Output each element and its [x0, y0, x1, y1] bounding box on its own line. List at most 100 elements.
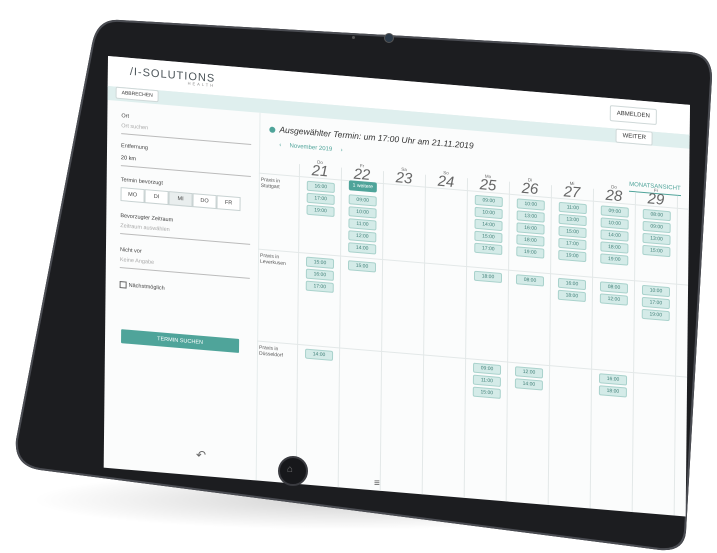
time-slot[interactable]: 16:00: [557, 277, 587, 291]
time-slot[interactable]: 17:00: [558, 237, 587, 251]
distance-input[interactable]: 20 km: [120, 155, 251, 177]
time-slot[interactable]: 15:00: [474, 230, 503, 244]
time-slot[interactable]: 09:00: [600, 205, 629, 218]
day-button-mo[interactable]: MO: [120, 187, 145, 204]
time-slot[interactable]: 16:00: [306, 180, 335, 194]
time-slot[interactable]: 15:00: [642, 244, 671, 258]
home-icon: ⌂: [287, 464, 294, 475]
status-dot: [269, 126, 276, 133]
time-slot[interactable]: 13:00: [642, 232, 671, 246]
day-button-do[interactable]: DO: [192, 193, 217, 210]
time-slot[interactable]: 19:00: [558, 249, 587, 263]
time-slot[interactable]: 16:00: [598, 373, 628, 386]
light-sensor: [352, 36, 355, 39]
grid-line: [547, 185, 553, 505]
time-slot[interactable]: 10:00: [348, 206, 377, 219]
time-slot[interactable]: 14:00: [514, 378, 543, 391]
location-label: Ort: [121, 113, 130, 120]
time-slot[interactable]: 15:00: [472, 386, 501, 399]
time-slot[interactable]: 16:00: [516, 222, 545, 235]
time-slot[interactable]: 13:00: [558, 213, 587, 227]
time-slot[interactable]: 13:00: [516, 210, 545, 223]
location-input[interactable]: Ort suchen: [121, 123, 252, 146]
next-possible-option[interactable]: Nächstmöglich: [119, 280, 165, 292]
time-slot[interactable]: 19:00: [600, 253, 629, 266]
next-possible-label: Nächstmöglich: [128, 282, 165, 292]
back-icon[interactable]: ↶: [196, 448, 206, 462]
time-slot[interactable]: 16:00: [305, 268, 334, 281]
time-slot[interactable]: 12:00: [514, 366, 544, 379]
grid-line: [673, 195, 679, 516]
grid-line: [337, 167, 343, 488]
time-slot[interactable]: 18:00: [600, 241, 629, 254]
logo: /I-SOLUTIONS HEALTH: [129, 65, 216, 88]
chevron-right-icon[interactable]: ›: [341, 148, 343, 154]
grid-line: [379, 171, 385, 491]
time-slot[interactable]: 08:00: [599, 281, 629, 294]
cancel-button[interactable]: ABBRECHEN: [115, 86, 159, 103]
time-slot[interactable]: 11:00: [472, 374, 501, 387]
time-slot[interactable]: 09:00: [472, 362, 502, 375]
time-slot[interactable]: 14:00: [348, 242, 377, 255]
chevron-left-icon[interactable]: ‹: [279, 142, 281, 148]
home-button[interactable]: ⌂: [278, 456, 308, 486]
practice-label: Praxis in Stuttgart: [260, 176, 281, 191]
day-button-di[interactable]: DI: [144, 189, 169, 206]
search-appointment-button[interactable]: TERMIN SUCHEN: [121, 329, 240, 354]
time-slot[interactable]: 15:00: [305, 256, 335, 269]
time-slot[interactable]: 17:00: [305, 280, 334, 293]
checkbox-icon[interactable]: [119, 280, 127, 289]
time-slot[interactable]: 09:00: [642, 220, 671, 234]
time-slot[interactable]: 15:00: [558, 225, 587, 239]
time-slot[interactable]: 10:00: [600, 217, 629, 230]
time-slot[interactable]: 18:00: [516, 234, 545, 247]
time-slot[interactable]: 15:00: [347, 260, 377, 273]
practice-label: Praxis in Leverkusen: [259, 252, 286, 267]
period-select[interactable]: Zeitraum auswählen: [120, 223, 251, 245]
time-slot[interactable]: 08:00: [642, 208, 671, 222]
time-slot[interactable]: 12:00: [348, 230, 377, 243]
grid-line: [421, 174, 427, 495]
more-slots-badge[interactable]: 1 weitere: [348, 180, 377, 193]
screen: /I-SOLUTIONS HEALTH ABMELDEN ABBRECHEN W…: [103, 56, 690, 523]
time-slot[interactable]: 17:00: [306, 192, 335, 206]
time-slot[interactable]: 11:00: [348, 218, 377, 231]
period-label: Bevorzugter Zeitraum: [120, 213, 174, 224]
time-slot[interactable]: 10:00: [516, 198, 545, 211]
menu-icon[interactable]: ≡: [374, 478, 380, 489]
time-slot[interactable]: 10:00: [641, 284, 671, 298]
grid-line: [463, 178, 469, 498]
grid-line: [295, 164, 301, 484]
day-button-fr[interactable]: FR: [216, 195, 241, 212]
time-slot[interactable]: 17:00: [641, 296, 670, 310]
time-slot[interactable]: 19:00: [641, 308, 670, 322]
time-slot[interactable]: 11:00: [558, 201, 587, 215]
logout-button[interactable]: ABMELDEN: [609, 105, 657, 126]
day-button-mi[interactable]: MI: [168, 191, 193, 208]
grid-line: [505, 181, 511, 502]
time-slot[interactable]: 09:00: [348, 194, 377, 207]
grid-line: [589, 188, 595, 509]
time-slot[interactable]: 08:00: [515, 274, 545, 287]
month-navigation: ‹ November 2019 ›: [279, 142, 342, 153]
time-slot[interactable]: 09:00: [474, 194, 503, 208]
time-slot[interactable]: 10:00: [474, 206, 503, 220]
preferred-day-label: Termin bevorzugt: [120, 177, 163, 187]
not-before-select[interactable]: Keine Angabe: [119, 257, 250, 279]
time-slot[interactable]: 14:00: [474, 218, 503, 232]
distance-label: Entfernung: [121, 143, 149, 152]
time-slot[interactable]: 19:00: [306, 204, 335, 218]
time-slot[interactable]: 14:00: [600, 229, 629, 242]
month-label: November 2019: [289, 143, 333, 153]
calendar-panel: Ausgewählter Termin: um 17:00 Uhr am 21.…: [256, 113, 690, 517]
time-slot[interactable]: 14:00: [304, 348, 334, 361]
time-slot[interactable]: 18:00: [557, 289, 586, 303]
grid-line: [631, 192, 637, 513]
time-slot[interactable]: 19:00: [516, 246, 545, 259]
not-before-label: Nicht vor: [119, 247, 142, 255]
camera-icon: [384, 33, 394, 43]
time-slot[interactable]: 17:00: [474, 242, 503, 256]
time-slot[interactable]: 18:00: [473, 270, 503, 284]
time-slot[interactable]: 12:00: [599, 293, 628, 306]
time-slot[interactable]: 18:00: [598, 385, 627, 398]
